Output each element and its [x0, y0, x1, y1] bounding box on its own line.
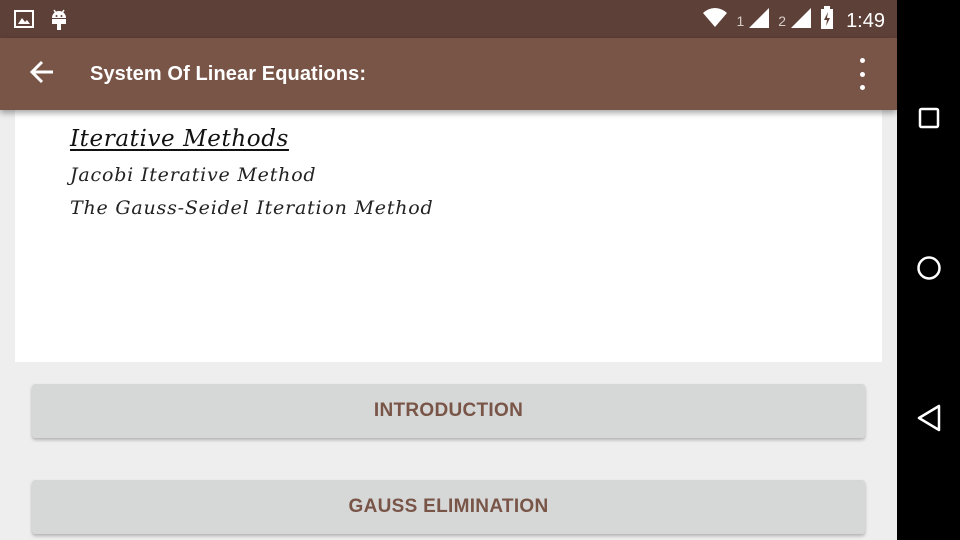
square-icon — [918, 107, 940, 134]
app-toolbar: System Of Linear Equations: — [0, 38, 897, 110]
arrow-left-icon — [29, 60, 55, 89]
sim1-label: 1 — [736, 13, 745, 29]
sim2-label: 2 — [778, 13, 787, 29]
triangle-back-icon — [916, 403, 942, 438]
home-button[interactable] — [897, 240, 960, 300]
status-bar: 1 2 1:49 — [0, 0, 897, 38]
clock: 1:49 — [846, 9, 885, 32]
page-title: System Of Linear Equations: — [90, 63, 367, 85]
recents-button[interactable] — [897, 90, 960, 150]
signal-1-icon — [748, 7, 770, 35]
circle-icon — [916, 255, 942, 286]
list-item-jacobi: Jacobi Iterative Method — [70, 164, 317, 186]
content-card: Iterative Methods Jacobi Iterative Metho… — [15, 110, 882, 362]
back-button[interactable] — [22, 56, 62, 92]
image-icon — [14, 10, 34, 33]
gauss-elimination-button[interactable]: GAUSS ELIMINATION — [32, 480, 865, 534]
navigation-bar — [897, 0, 960, 540]
wifi-icon — [702, 8, 728, 34]
overflow-menu-button[interactable] — [847, 58, 877, 90]
system-status: 1 2 1:49 — [702, 6, 885, 36]
section-heading: Iterative Methods — [70, 126, 289, 152]
app-screen: 1 2 1:49 System Of Linear Equations: Ite… — [0, 0, 897, 540]
notification-icons — [14, 8, 68, 35]
introduction-button[interactable]: INTRODUCTION — [32, 384, 865, 438]
battery-icon — [820, 6, 834, 36]
system-back-button[interactable] — [897, 390, 960, 450]
android-icon — [50, 8, 68, 35]
more-vert-icon — [859, 58, 865, 63]
list-item-gauss-seidel: The Gauss-Seidel Iteration Method — [70, 197, 434, 219]
signal-2-icon — [790, 7, 812, 35]
